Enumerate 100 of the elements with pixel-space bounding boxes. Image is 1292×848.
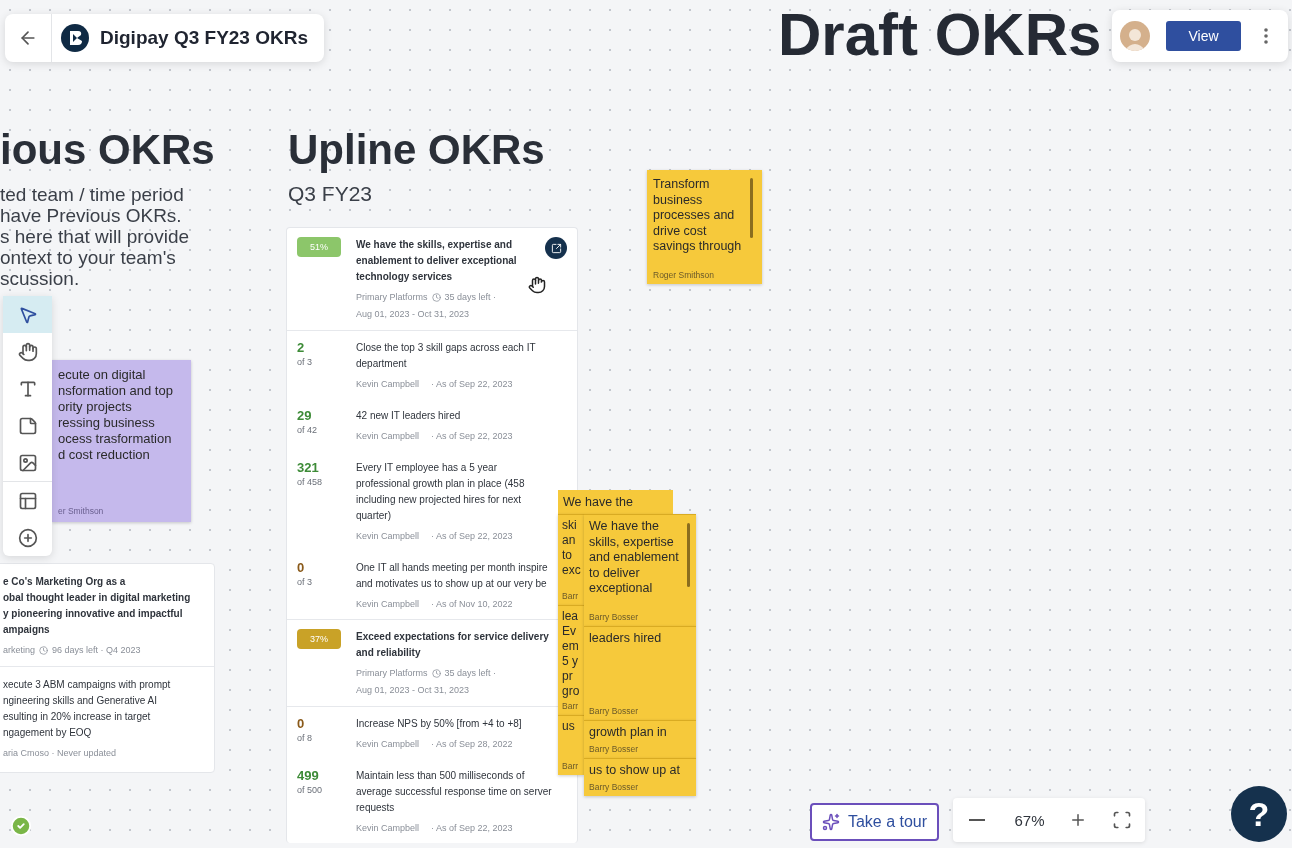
owner-name: Kevin Campbell <box>356 378 420 390</box>
as-of-date: · As of Sep 22, 2023 <box>431 378 513 390</box>
fit-screen-icon <box>1112 810 1133 830</box>
target-value: of 500 <box>297 784 323 796</box>
date-range: Aug 01, 2023 - Oct 31, 2023 <box>356 685 470 695</box>
sticky-note[interactable]: We have the <box>558 490 673 514</box>
as-of-date: · As of Sep 22, 2023 <box>431 822 513 834</box>
check-icon <box>10 815 32 837</box>
sticky-note[interactable]: us Barr <box>558 715 584 775</box>
progress-value: 0 <box>297 716 305 732</box>
image-icon <box>17 452 38 473</box>
as-of-date: · As of Sep 22, 2023 <box>431 430 513 442</box>
external-link-icon <box>550 242 562 254</box>
key-result-meta: aria Cmoso · Never updated <box>3 747 118 759</box>
zoom-level: 67% <box>1014 811 1045 829</box>
clock-icon <box>39 645 49 655</box>
sticky-note[interactable]: ski an to exc Barr <box>558 514 584 605</box>
sticky-text: We have the skills, expertise and enablement to deliver exceptional <box>589 519 680 597</box>
owner-name: Kevin Campbell <box>356 530 420 542</box>
team-name: Primary Platforms <box>356 667 428 679</box>
days-left: 96 days left · Q4 2023 <box>52 644 141 656</box>
owner-name: Kevin Campbell <box>356 738 420 750</box>
sticky-author: Barry Bosser <box>589 706 640 717</box>
section-heading: ious OKRs <box>0 126 215 174</box>
sticky-text: us to show up at <box>589 763 682 779</box>
sticky-text: We have the <box>563 495 633 511</box>
sticky-text: ski an to exc <box>562 518 581 578</box>
key-result-title: Maintain less than 500 milliseconds of average successful response time on server requests <box>356 769 553 815</box>
key-result-title: xecute 3 ABM campaigns with prompt ngineering skills and Generative AI esulting in 20% increase in target ngagement by EOQ <box>3 678 172 740</box>
sticky-author: Roger Smithson <box>653 270 715 281</box>
owner-name: Kevin Campbell <box>356 430 420 442</box>
team-name: Primary Platforms <box>356 291 428 303</box>
layout-icon <box>17 490 38 511</box>
sticky-author: Barry Bosser <box>589 612 640 623</box>
owner-name: Kevin Campbell <box>356 598 420 610</box>
take-tour-button[interactable]: Take a tour <box>810 803 939 841</box>
target-value: of 42 <box>297 424 318 436</box>
sticky-text: Transform business processes and drive cost savings through <box>653 177 743 255</box>
sticky-author: Barr <box>562 591 579 602</box>
section-description: ted team / time period have Previous OKRs. s here that will provide ontext to your team's scussion. <box>0 184 190 289</box>
sticky-text: lea Ev em 5 y pr gro <box>562 609 580 699</box>
sticky-author: Barry Bosser <box>589 744 640 755</box>
progress-value: 2 <box>297 340 305 356</box>
hand-cursor-icon <box>528 276 546 294</box>
owner-name: Kevin Campbell <box>356 822 420 834</box>
fit-screen-button[interactable] <box>1112 810 1133 830</box>
progress-value: 0 <box>297 560 305 576</box>
team-name: arketing <box>3 644 36 656</box>
progress-value: 29 <box>297 408 312 424</box>
sticky-note[interactable]: us to show up at Barry Bosser <box>584 758 696 796</box>
sticky-author: er Smithson <box>58 506 105 517</box>
scroll-bar[interactable] <box>750 178 753 238</box>
sticky-note[interactable]: Transform business processes and drive cost savings through Roger Smithson <box>647 170 762 284</box>
sticky-note[interactable]: leaders hired Barry Bosser <box>584 626 696 720</box>
sticky-text: growth plan in <box>589 725 668 741</box>
as-of-date: · As of Nov 10, 2022 <box>431 598 513 610</box>
scroll-bar[interactable] <box>687 523 690 587</box>
sticky-author: Barry Bosser <box>589 782 640 793</box>
as-of-date: · As of Sep 22, 2023 <box>431 530 513 542</box>
minus-icon <box>969 819 986 821</box>
progress-value: 321 <box>297 460 319 476</box>
sticky-author: Barr <box>562 701 579 712</box>
sticky-text: us <box>562 719 575 734</box>
sticky-text: leaders hired <box>589 631 663 647</box>
plus-circle-icon <box>17 527 38 548</box>
sticky-text: ecute on digital nsformation and top ority projects ressing business ocess trasformation d cost reduction <box>58 367 174 463</box>
hand-icon <box>17 341 38 362</box>
as-of-date: · As of Sep 28, 2022 <box>431 738 513 750</box>
objective-title: e Co's Marketing Org as a obal thought leader in digital marketing y pioneering innovative and impactful ampaigns <box>3 575 192 637</box>
more-options-icon <box>1264 28 1268 44</box>
tool-button[interactable] <box>3 296 52 333</box>
clock-icon <box>431 292 441 302</box>
objective-title: We have the skills, expertise and enablement to deliver exceptional technology services <box>356 238 518 284</box>
section-heading: Draft OKRs <box>778 0 1102 69</box>
progress-badge: 51% <box>297 237 341 257</box>
date-range: Aug 01, 2023 - Oct 31, 2023 <box>356 309 470 319</box>
days-left: 35 days left · <box>444 667 497 679</box>
key-result-title: 42 new IT leaders hired <box>356 409 462 423</box>
section-heading: Upline OKRs <box>288 126 545 174</box>
sticky-note[interactable]: growth plan in Barry Bosser <box>584 720 696 758</box>
sticky-note[interactable]: We have the skills, expertise and enablement to deliver exceptional Barry Bosser <box>584 514 696 626</box>
target-value: of 458 <box>297 476 323 488</box>
progress-badge: 37% <box>297 629 341 649</box>
target-value: of 3 <box>297 576 312 588</box>
objective-title: Exceed expectations for service delivery and reliability <box>356 630 550 660</box>
help-button[interactable]: ? <box>1231 786 1287 842</box>
target-value: of 8 <box>297 732 312 744</box>
sticky-note[interactable]: lea Ev em 5 y pr gro Barr <box>558 605 584 715</box>
open-link-button[interactable] <box>545 237 567 259</box>
key-result-title: Close the top 3 skill gaps across each IT department <box>356 341 537 371</box>
period-label: Q3 FY23 <box>288 182 373 206</box>
progress-value: 499 <box>297 768 319 784</box>
days-left: 35 days left · <box>444 291 497 303</box>
sticky-note[interactable]: ecute on digital nsformation and top ority projects ressing business ocess trasformation d cost reduction er Smithson <box>52 360 191 522</box>
sticky-author: Barr <box>562 761 579 772</box>
key-result-title: Every IT employee has a 5 year professional growth plan in place (458 including new projected hires for next quarter) <box>356 461 526 523</box>
view-button[interactable]: View <box>1166 21 1241 51</box>
note-icon <box>17 415 38 436</box>
sparkles-icon <box>821 813 840 831</box>
logo-icon <box>60 23 90 53</box>
